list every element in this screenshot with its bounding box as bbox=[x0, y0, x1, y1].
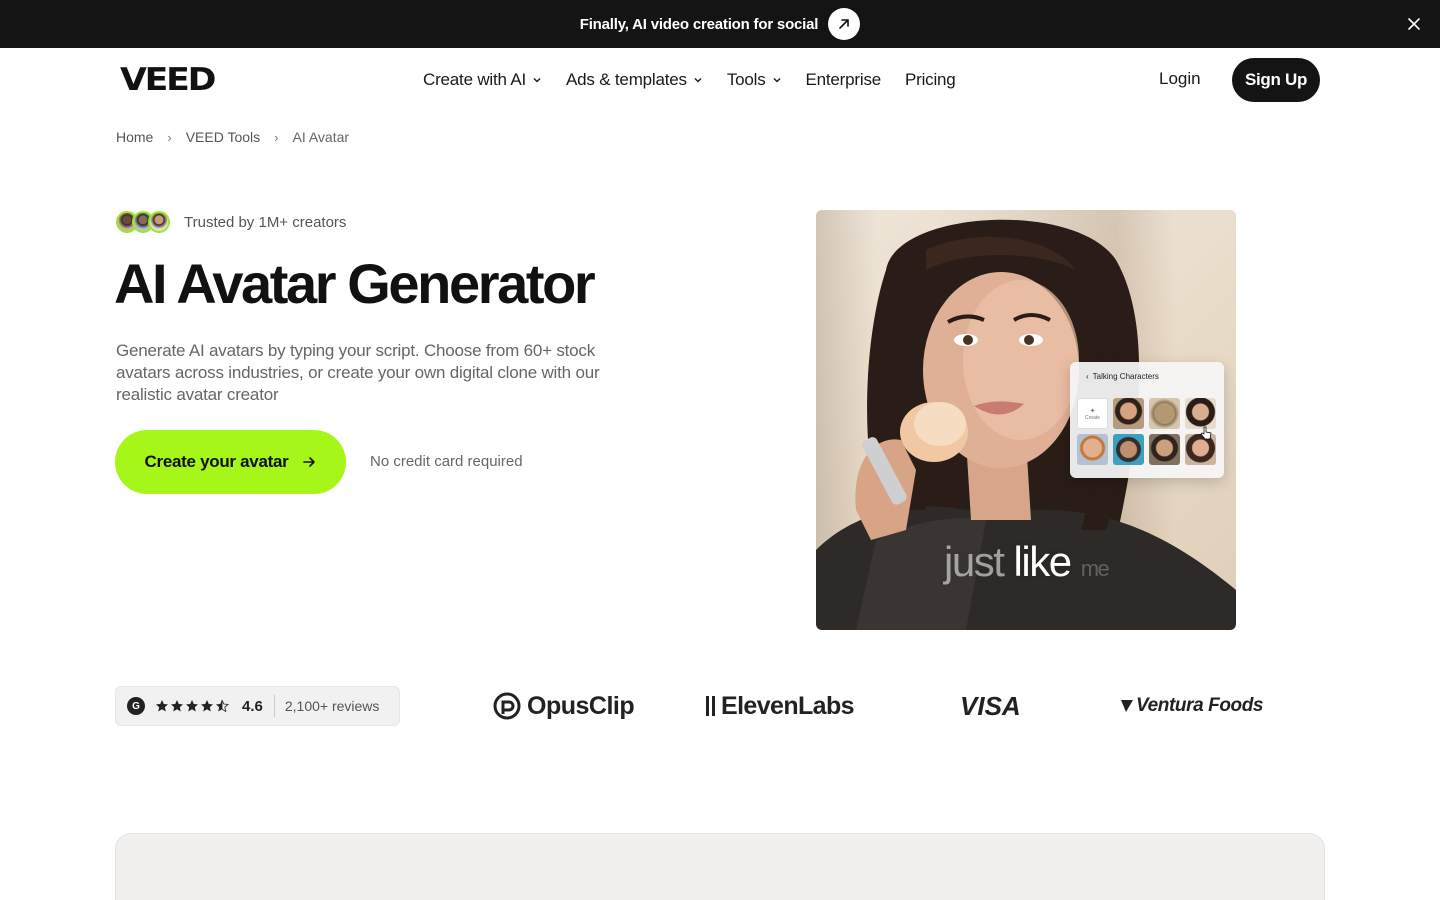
nav-item-label: Pricing bbox=[905, 70, 956, 89]
signup-button[interactable]: Sign Up bbox=[1232, 58, 1320, 102]
star-icon bbox=[185, 699, 199, 713]
brand-name: Ventura Foods bbox=[1136, 695, 1264, 716]
create-avatar-label: Create your avatar bbox=[144, 452, 289, 471]
ventura-mark-icon bbox=[1120, 698, 1134, 714]
star-icon bbox=[155, 699, 169, 713]
brand-name: OpusClip bbox=[527, 691, 635, 720]
g2-logo-icon: G bbox=[127, 697, 145, 715]
veed-logo[interactable]: VEED bbox=[120, 65, 216, 96]
page-title: AI Avatar Generator bbox=[114, 252, 596, 315]
divider bbox=[273, 695, 275, 717]
talking-characters-panel: ‹ Talking Characters ✦ Create bbox=[1070, 362, 1224, 478]
nav-item-label: Tools bbox=[726, 70, 766, 89]
hero-video-preview[interactable]: just like me ‹ Talking Characters ✦ Crea… bbox=[816, 210, 1236, 630]
caption-word: just bbox=[944, 538, 1005, 585]
brand-name: ElevenLabs bbox=[721, 691, 855, 720]
elevenlabs-mark-icon bbox=[705, 695, 717, 717]
caption-word: like bbox=[1013, 538, 1073, 585]
nav-menu: Create with AI Ads & templates Tools Ent… bbox=[423, 68, 980, 92]
close-icon[interactable] bbox=[1404, 14, 1424, 34]
character-grid: ✦ Create bbox=[1077, 398, 1216, 465]
star-rating bbox=[155, 699, 230, 713]
review-count: 2,100+ reviews bbox=[284, 698, 380, 714]
breadcrumb-veed-tools[interactable]: VEED Tools bbox=[186, 129, 260, 145]
nav-item-label: Create with AI bbox=[423, 70, 527, 89]
chevron-down-icon bbox=[693, 75, 703, 85]
half-star-icon bbox=[215, 699, 229, 713]
main-nav: VEED Create with AI Ads & templates Tool… bbox=[0, 48, 1440, 112]
chevron-down-icon bbox=[532, 75, 542, 85]
nav-item-enterprise[interactable]: Enterprise bbox=[805, 70, 882, 90]
nav-item-label: Ads & templates bbox=[566, 70, 687, 89]
creator-avatars bbox=[116, 211, 170, 233]
opusclip-logo: OpusClip bbox=[493, 690, 635, 722]
visa-logo: VISA bbox=[960, 690, 1021, 722]
opusclip-mark-icon bbox=[493, 692, 521, 720]
nav-item-label: Enterprise bbox=[805, 70, 882, 89]
hand-cursor-icon bbox=[1200, 426, 1212, 445]
talking-characters-title[interactable]: ‹ Talking Characters bbox=[1086, 372, 1159, 381]
nav-item-create-with-ai[interactable]: Create with AI bbox=[423, 70, 542, 90]
character-tile[interactable] bbox=[1149, 398, 1180, 429]
breadcrumb-current: AI Avatar bbox=[292, 129, 350, 145]
sparkle-icon: ✦ bbox=[1089, 407, 1096, 415]
arrow-up-right-icon[interactable] bbox=[828, 8, 861, 40]
nav-item-tools[interactable]: Tools bbox=[727, 70, 782, 90]
character-tile[interactable] bbox=[1113, 434, 1144, 465]
character-tile[interactable] bbox=[1185, 398, 1216, 429]
nav-item-pricing[interactable]: Pricing bbox=[905, 70, 956, 90]
character-tile[interactable] bbox=[1113, 398, 1144, 429]
arrow-right-icon bbox=[302, 455, 316, 469]
ventura-foods-logo: Ventura Foods bbox=[1120, 690, 1264, 722]
avatar bbox=[148, 211, 170, 233]
trusted-badge: Trusted by 1M+ creators bbox=[116, 210, 346, 234]
create-label: Create bbox=[1084, 414, 1100, 421]
chevron-right-icon: › bbox=[167, 129, 172, 145]
login-link[interactable]: Login bbox=[1159, 69, 1201, 89]
nav-item-ads-templates[interactable]: Ads & templates bbox=[566, 70, 703, 90]
chevron-left-icon: ‹ bbox=[1086, 372, 1089, 381]
chevron-down-icon bbox=[772, 75, 782, 85]
talking-characters-label: Talking Characters bbox=[1092, 372, 1159, 381]
brand-name: VISA bbox=[960, 690, 1021, 721]
no-credit-card-note: No credit card required bbox=[370, 453, 523, 470]
g2-rating[interactable]: G 4.6 2,100+ reviews bbox=[115, 686, 400, 726]
rating-score: 4.6 bbox=[242, 697, 263, 715]
breadcrumb-home[interactable]: Home bbox=[116, 129, 153, 145]
subtitle-caption: just like me bbox=[944, 538, 1110, 586]
elevenlabs-logo: ElevenLabs bbox=[705, 690, 855, 722]
create-character-tile[interactable]: ✦ Create bbox=[1077, 398, 1108, 429]
trusted-text: Trusted by 1M+ creators bbox=[184, 213, 347, 231]
character-tile[interactable] bbox=[1149, 434, 1180, 465]
announcement-text[interactable]: Finally, AI video creation for social bbox=[580, 16, 819, 33]
announcement-bar: Finally, AI video creation for social bbox=[0, 0, 1440, 48]
feature-section-panel bbox=[115, 833, 1325, 900]
star-icon bbox=[170, 699, 184, 713]
character-tile[interactable] bbox=[1077, 434, 1108, 465]
breadcrumb: Home › VEED Tools › AI Avatar bbox=[116, 128, 349, 146]
chevron-right-icon: › bbox=[274, 129, 279, 145]
create-avatar-button[interactable]: Create your avatar bbox=[115, 430, 346, 494]
star-icon bbox=[200, 699, 214, 713]
hero-description: Generate AI avatars by typing your scrip… bbox=[116, 341, 600, 404]
caption-word: me bbox=[1080, 556, 1110, 581]
